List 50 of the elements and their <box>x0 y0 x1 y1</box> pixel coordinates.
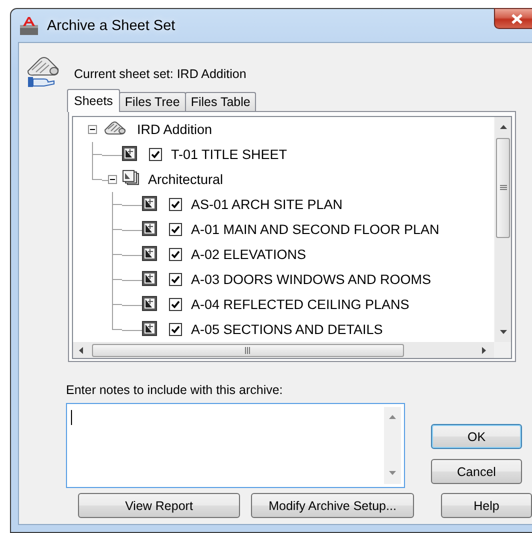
dialog-button[interactable]: OK <box>431 424 522 449</box>
tree-item-label[interactable]: Architectural <box>147 171 224 188</box>
app-icon <box>20 16 38 34</box>
tree-item-label[interactable]: T-01 TITLE SHEET <box>170 146 288 163</box>
tree-item-label[interactable]: A-03 DOORS WINDOWS AND ROOMS <box>190 271 432 288</box>
dialog-button[interactable]: Modify Archive Setup... <box>251 493 414 518</box>
checkbox[interactable] <box>169 248 182 261</box>
checkbox[interactable] <box>169 298 182 311</box>
dialog-button[interactable]: Help <box>441 493 532 518</box>
expand-toggle[interactable] <box>88 125 96 134</box>
sheet-icon <box>142 270 157 288</box>
sheet-icon <box>142 220 157 238</box>
text-cursor <box>71 410 72 425</box>
checkbox[interactable] <box>169 323 182 336</box>
current-sheet-set-label: Current sheet set: IRD Addition <box>74 66 246 81</box>
close-button[interactable] <box>494 8 532 29</box>
scroll-thumb[interactable] <box>496 138 510 238</box>
tree-item-label[interactable]: A-05 SECTIONS AND DETAILS <box>190 321 384 338</box>
scrollbar-corner <box>494 342 511 358</box>
sheet-icon <box>142 246 157 264</box>
sheet-icon <box>142 196 157 214</box>
tree-item-label[interactable]: A-04 REFLECTED CEILING PLANS <box>190 296 410 313</box>
close-icon <box>510 14 522 24</box>
tab[interactable]: Sheets <box>67 89 120 112</box>
tab[interactable]: Files Tree <box>118 92 186 111</box>
vertical-scrollbar[interactable] <box>494 117 511 342</box>
tree-item-label[interactable]: A-01 MAIN AND SECOND FLOOR PLAN <box>190 221 440 238</box>
tree-item-label[interactable]: AS-01 ARCH SITE PLAN <box>190 196 344 213</box>
scroll-down-icon[interactable] <box>500 330 506 334</box>
tree-item-label[interactable]: IRD Addition <box>136 121 214 138</box>
sheet-icon <box>142 296 157 314</box>
notes-field[interactable] <box>66 403 405 488</box>
dialog-button[interactable]: Cancel <box>431 459 522 484</box>
window-title: Archive a Sheet Set <box>47 18 176 34</box>
tree-item-label[interactable]: A-02 ELEVATIONS <box>190 246 308 263</box>
checkbox[interactable] <box>169 273 182 286</box>
expand-toggle[interactable] <box>108 175 116 184</box>
sheet-icon <box>142 320 157 338</box>
checkbox[interactable] <box>169 223 182 236</box>
scroll-up-icon[interactable] <box>500 125 506 129</box>
scroll-left-icon[interactable] <box>79 346 83 354</box>
notes-label: Enter notes to include with this archive: <box>66 383 284 397</box>
horizontal-scrollbar[interactable] <box>73 342 494 358</box>
checkbox[interactable] <box>169 198 182 211</box>
scroll-right-icon[interactable] <box>482 346 486 354</box>
checkbox[interactable] <box>149 148 162 161</box>
tab[interactable]: Files Table <box>184 92 256 111</box>
sheet-icon <box>122 146 137 164</box>
scroll-thumb[interactable] <box>92 344 404 356</box>
dialog-button[interactable]: View Report <box>78 493 240 518</box>
